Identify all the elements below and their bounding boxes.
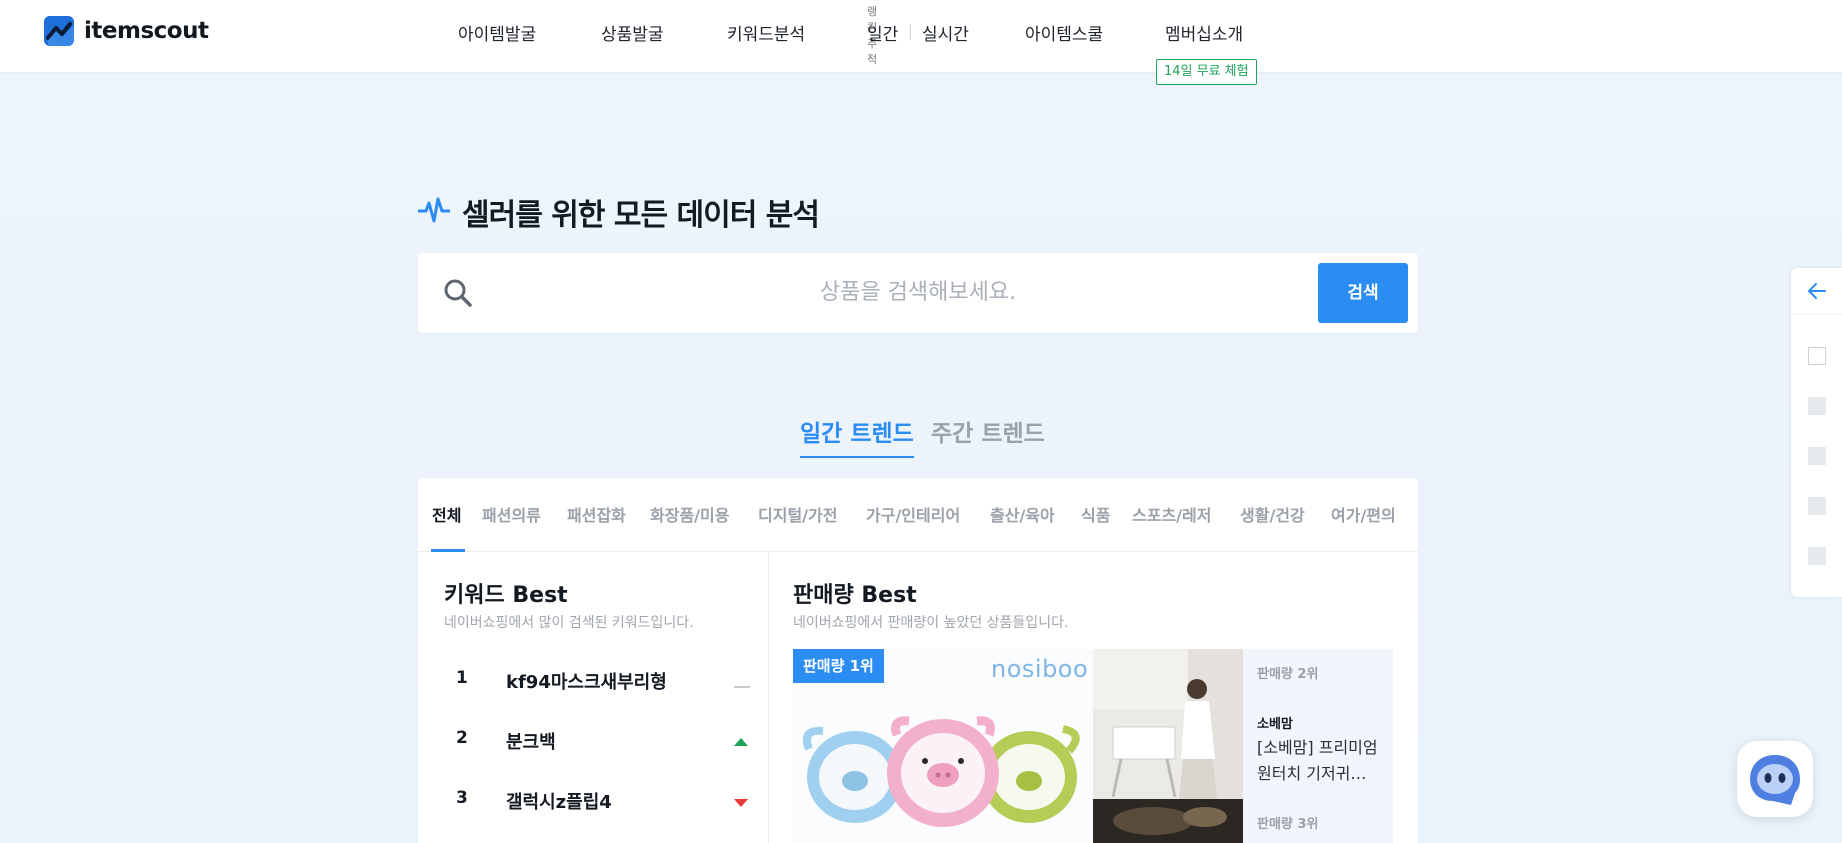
chatbot-button[interactable] bbox=[1737, 741, 1813, 817]
sales-rank-3-thumbnail[interactable] bbox=[1093, 799, 1243, 843]
keyword-rank: 3 bbox=[456, 788, 468, 808]
keyword-best-title: 키워드 Best bbox=[444, 583, 568, 608]
logo-icon bbox=[44, 16, 74, 46]
category-tab-digital[interactable]: 디지털/가전 bbox=[758, 502, 837, 526]
itemscout-logo[interactable]: itemscout bbox=[44, 16, 209, 46]
logo-text: itemscout bbox=[84, 18, 209, 44]
nav-item-school[interactable]: 아이템스쿨 bbox=[1025, 20, 1103, 45]
trend-down-icon bbox=[734, 793, 748, 812]
nav-ranking-realtime[interactable]: 실시간 bbox=[922, 20, 969, 45]
active-category-underline bbox=[431, 549, 465, 552]
top-header: itemscout 아이템발굴 상품발굴 키워드분석 랭킹추적 일간 실시간 아… bbox=[0, 0, 1842, 72]
keyword-row[interactable]: 1 kf94마스크새부리형 bbox=[444, 658, 750, 698]
keyword-best-subtitle: 네이버쇼핑에서 많이 검색된 키워드입니다. bbox=[444, 615, 694, 631]
tab-daily-trend[interactable]: 일간 트렌드 bbox=[800, 414, 914, 458]
nav-item-discovery[interactable]: 아이템발굴 bbox=[458, 20, 536, 45]
category-tab-living[interactable]: 생활/건강 bbox=[1240, 502, 1305, 526]
category-tab-furniture[interactable]: 가구/인테리어 bbox=[866, 502, 960, 526]
sales-rank-1-card[interactable]: 판매량 1위 nosiboo bbox=[793, 649, 1093, 843]
category-tab-sports[interactable]: 스포츠/레저 bbox=[1132, 502, 1211, 526]
hero-title: 셀러를 위한 모든 데이터 분석 bbox=[417, 190, 820, 234]
keyword-rank: 2 bbox=[456, 728, 468, 748]
category-tab-leisure[interactable]: 여가/편의 bbox=[1331, 502, 1396, 526]
product-brand: 소베맘 bbox=[1257, 717, 1293, 732]
category-tab-cosmetics[interactable]: 화장품/미용 bbox=[650, 502, 729, 526]
category-tab-food[interactable]: 식품 bbox=[1081, 502, 1110, 526]
keyword-row[interactable]: 3 갤럭시z플립4 bbox=[444, 778, 748, 818]
hero-title-text: 셀러를 위한 모든 데이터 분석 bbox=[462, 198, 820, 233]
rail-slot[interactable] bbox=[1808, 547, 1826, 565]
rail-slot[interactable] bbox=[1808, 347, 1826, 365]
category-tab-fashion-clothing[interactable]: 패션의류 bbox=[482, 502, 541, 526]
sales-rank-label: 판매량 2위 bbox=[1257, 667, 1319, 682]
rail-slot[interactable] bbox=[1808, 447, 1826, 465]
trend-up-icon bbox=[734, 732, 748, 751]
rail-slot[interactable] bbox=[1808, 497, 1826, 515]
pulse-icon bbox=[417, 194, 451, 230]
sales-rank-label: 판매량 3위 bbox=[1257, 817, 1319, 832]
chatbot-icon bbox=[1750, 755, 1800, 805]
nav-keyword-analysis[interactable]: 키워드분석 bbox=[727, 20, 805, 45]
sales-rank-badge: 판매량 1위 bbox=[793, 649, 884, 683]
nav-divider bbox=[910, 24, 911, 40]
search-button[interactable]: 검색 bbox=[1318, 263, 1408, 323]
sales-rank-2-thumbnail[interactable] bbox=[1093, 649, 1243, 799]
sales-rank-3-info[interactable]: 판매량 3위 bbox=[1243, 799, 1393, 843]
nav-product-discovery[interactable]: 상품발굴 bbox=[601, 20, 664, 45]
search-bar[interactable]: 상품을 검색해보세요. 검색 bbox=[418, 253, 1418, 333]
keyword-text[interactable]: kf94마스크새부리형 bbox=[506, 668, 667, 694]
sales-rank-2-info[interactable]: 판매량 2위 소베맘 [소베맘] 프리미엄 원터치 기저귀… bbox=[1243, 649, 1393, 799]
arrow-left-icon[interactable] bbox=[1807, 282, 1827, 304]
trend-same-icon bbox=[734, 675, 750, 694]
search-input[interactable]: 상품을 검색해보세요. bbox=[418, 253, 1418, 333]
keyword-row[interactable]: 2 분크백 bbox=[444, 718, 748, 758]
nav-membership[interactable]: 멤버십소개 bbox=[1165, 20, 1243, 45]
category-tab-all[interactable]: 전체 bbox=[432, 502, 461, 526]
category-tab-baby[interactable]: 출산/육아 bbox=[990, 502, 1055, 526]
tab-weekly-trend[interactable]: 주간 트렌드 bbox=[931, 414, 1045, 448]
trend-panel: 전체 패션의류 패션잡화 화장품/미용 디지털/가전 가구/인테리어 출산/육아… bbox=[418, 478, 1418, 843]
keyword-text[interactable]: 분크백 bbox=[506, 728, 556, 754]
category-tab-fashion-goods[interactable]: 패션잡화 bbox=[567, 502, 626, 526]
column-divider bbox=[768, 552, 769, 843]
keyword-text[interactable]: 갤럭시z플립4 bbox=[506, 788, 612, 814]
rail-slot[interactable] bbox=[1808, 397, 1826, 415]
right-floating-rail bbox=[1791, 268, 1842, 597]
product-name[interactable]: [소베맘] 프리미엄 원터치 기저귀… bbox=[1257, 735, 1387, 787]
free-trial-badge[interactable]: 14일 무료 체험 bbox=[1156, 59, 1257, 85]
sales-best-subtitle: 네이버쇼핑에서 판매량이 높았던 상품들입니다. bbox=[793, 615, 1069, 631]
keyword-rank: 1 bbox=[456, 668, 468, 688]
brand-logo: nosiboo bbox=[991, 655, 1089, 683]
nav-ranking-daily[interactable]: 일간 bbox=[867, 20, 898, 45]
sales-best-title: 판매량 Best bbox=[793, 583, 917, 608]
rail-divider bbox=[1791, 314, 1842, 315]
category-tabs: 전체 패션의류 패션잡화 화장품/미용 디지털/가전 가구/인테리어 출산/육아… bbox=[418, 478, 1418, 552]
